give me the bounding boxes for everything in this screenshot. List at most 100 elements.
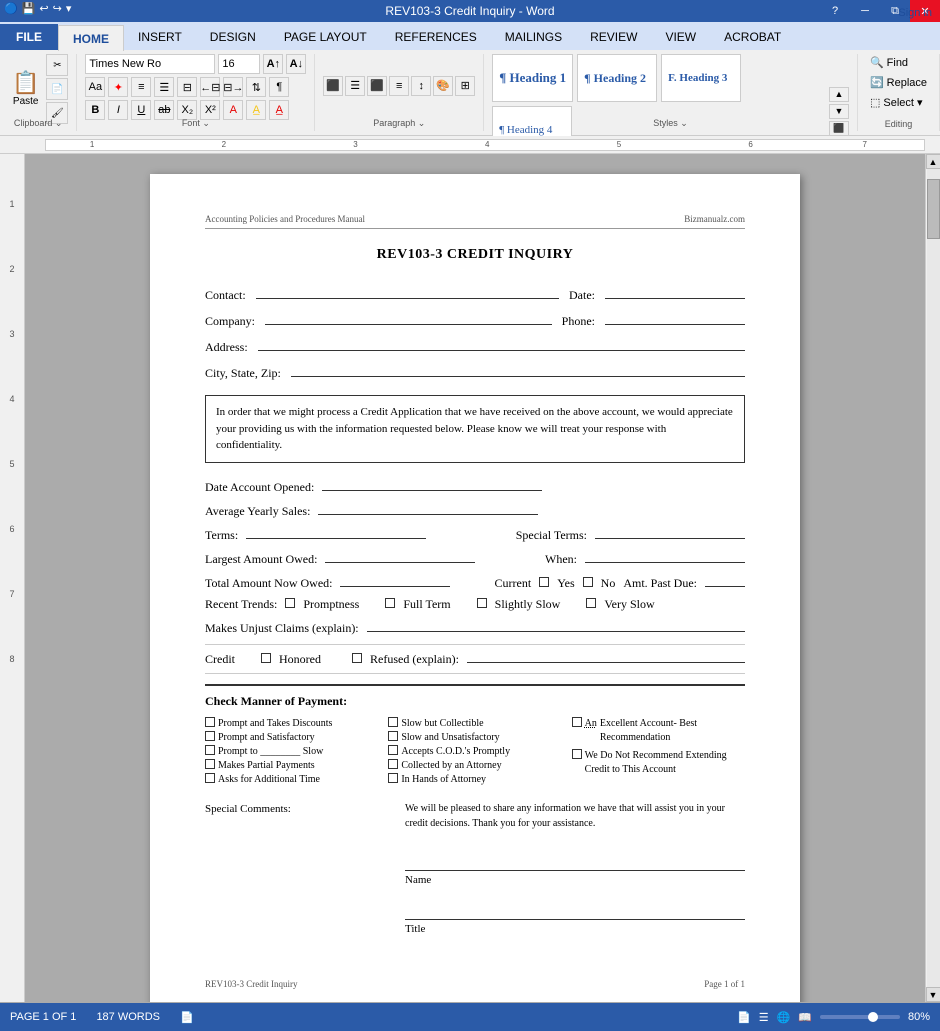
honored-cb[interactable] <box>261 653 271 663</box>
bold-btn[interactable]: B <box>85 100 105 120</box>
outline-icon[interactable]: ☰ <box>759 1011 769 1024</box>
font-shrink-btn[interactable]: A↓ <box>286 54 306 74</box>
sort-btn[interactable]: ⇅ <box>246 77 266 97</box>
cb-slow-unsat[interactable] <box>388 731 398 741</box>
cb-partial[interactable] <box>205 759 215 769</box>
clear-format-btn[interactable]: ✦ <box>108 77 128 97</box>
largest-field[interactable] <box>325 549 475 563</box>
show-marks-btn[interactable]: ¶ <box>269 77 289 97</box>
refused-cb[interactable] <box>352 653 362 663</box>
list-btn1[interactable]: ≡ <box>131 77 151 97</box>
name-line[interactable] <box>405 851 745 871</box>
yes-checkbox[interactable] <box>583 577 593 587</box>
replace-button[interactable]: 🔄 Replace <box>866 74 931 91</box>
find-button[interactable]: 🔍 Find <box>866 54 931 71</box>
customize-btn[interactable]: ▾ <box>66 2 72 15</box>
font-size-input[interactable] <box>218 54 260 74</box>
styles-scroll-down[interactable]: ▼ <box>829 104 849 119</box>
change-case-btn[interactable]: Aa <box>85 77 105 97</box>
cb-attorney-coll[interactable] <box>388 759 398 769</box>
italic-btn[interactable]: I <box>108 100 128 120</box>
align-right-btn[interactable]: ⬛ <box>367 76 387 96</box>
tab-references[interactable]: REFERENCES <box>381 24 491 50</box>
scroll-up-arrow[interactable]: ▲ <box>926 154 940 169</box>
scroll-down-arrow[interactable]: ▼ <box>926 987 940 1002</box>
help-btn[interactable]: ? <box>820 0 850 22</box>
align-center-btn[interactable]: ☰ <box>345 76 365 96</box>
sign-in[interactable]: Sign in <box>890 5 940 21</box>
city-field[interactable] <box>291 363 745 377</box>
scroll-thumb[interactable] <box>927 179 940 239</box>
font-color-btn[interactable]: A̲ <box>269 100 289 120</box>
cb-addl-time[interactable] <box>205 773 215 783</box>
cb-no-recommend[interactable] <box>572 749 582 759</box>
cb-excellent[interactable] <box>572 717 582 727</box>
redo-btn[interactable]: ↪ <box>53 2 62 15</box>
minimize-btn[interactable]: ─ <box>850 0 880 22</box>
subscript-btn[interactable]: X₂ <box>177 100 197 120</box>
style-heading2[interactable]: ¶ Heading 2 <box>577 54 657 102</box>
zoom-slider[interactable] <box>820 1015 900 1019</box>
special-terms-field[interactable] <box>595 525 745 539</box>
font-name-input[interactable] <box>85 54 215 74</box>
text-color-btn[interactable]: A̲ <box>246 100 266 120</box>
cb-prompt-disc[interactable] <box>205 717 215 727</box>
style-heading1[interactable]: ¶ Heading 1 <box>492 54 573 102</box>
tab-page-layout[interactable]: PAGE LAYOUT <box>270 24 381 50</box>
when-field[interactable] <box>585 549 745 563</box>
full-term-cb[interactable] <box>385 598 395 608</box>
tab-view[interactable]: VIEW <box>651 24 710 50</box>
tab-acrobat[interactable]: ACROBAT <box>710 24 795 50</box>
tab-file[interactable]: FILE <box>0 24 58 50</box>
tab-design[interactable]: DESIGN <box>196 24 270 50</box>
terms-field[interactable] <box>246 525 426 539</box>
strikethrough-btn[interactable]: ab <box>154 100 174 120</box>
text-highlight-btn[interactable]: A <box>223 100 243 120</box>
layout-icon[interactable]: 📄 <box>737 1011 751 1024</box>
phone-field[interactable] <box>605 311 745 325</box>
title-line[interactable] <box>405 900 745 920</box>
border-btn[interactable]: ⊞ <box>455 76 475 96</box>
tab-mailings[interactable]: MAILINGS <box>491 24 576 50</box>
current-checkbox[interactable] <box>539 577 549 587</box>
undo-btn[interactable]: ↩ <box>39 2 48 15</box>
align-justify-btn[interactable]: ≡ <box>389 76 409 96</box>
underline-btn[interactable]: U <box>131 100 151 120</box>
refused-field[interactable] <box>467 649 745 663</box>
address-field[interactable] <box>258 337 745 351</box>
contact-field[interactable] <box>256 285 559 299</box>
amt-past-field[interactable] <box>705 573 745 587</box>
indent-dec[interactable]: ←⊟ <box>200 77 220 97</box>
cut-button[interactable]: ✂ <box>46 54 68 76</box>
very-slow-cb[interactable] <box>586 598 596 608</box>
total-field[interactable] <box>340 573 450 587</box>
style-heading3[interactable]: F. Heading 3 <box>661 54 741 102</box>
align-left-btn[interactable]: ⬛ <box>323 76 343 96</box>
quick-save[interactable]: 💾 <box>22 2 36 15</box>
cb-prompt-sat[interactable] <box>205 731 215 741</box>
font-grow-btn[interactable]: A↑ <box>263 54 283 74</box>
paste-button[interactable]: 📋 Paste <box>8 70 43 109</box>
superscript-btn[interactable]: X² <box>200 100 220 120</box>
cb-hands-attorney[interactable] <box>388 773 398 783</box>
zoom-thumb[interactable] <box>868 1012 878 1022</box>
tab-review[interactable]: REVIEW <box>576 24 651 50</box>
avg-yearly-field[interactable] <box>318 501 538 515</box>
company-field[interactable] <box>265 311 552 325</box>
shading-btn[interactable]: 🎨 <box>433 76 453 96</box>
cb-cod[interactable] <box>388 745 398 755</box>
read-mode-icon[interactable]: 📖 <box>798 1011 812 1024</box>
cb-prompt-slow[interactable] <box>205 745 215 755</box>
unjust-field[interactable] <box>367 618 745 632</box>
line-spacing-btn[interactable]: ↕ <box>411 76 431 96</box>
list-btn2[interactable]: ☰ <box>154 77 174 97</box>
cb-slow-coll[interactable] <box>388 717 398 727</box>
promptness-cb[interactable] <box>285 598 295 608</box>
date-opened-field[interactable] <box>322 477 542 491</box>
styles-scroll-up[interactable]: ▲ <box>829 87 849 102</box>
indent-inc[interactable]: ⊟→ <box>223 77 243 97</box>
tab-insert[interactable]: INSERT <box>124 24 196 50</box>
web-icon[interactable]: 🌐 <box>777 1011 791 1024</box>
copy-button[interactable]: 📄 <box>46 78 68 100</box>
tab-home[interactable]: HOME <box>58 25 124 51</box>
